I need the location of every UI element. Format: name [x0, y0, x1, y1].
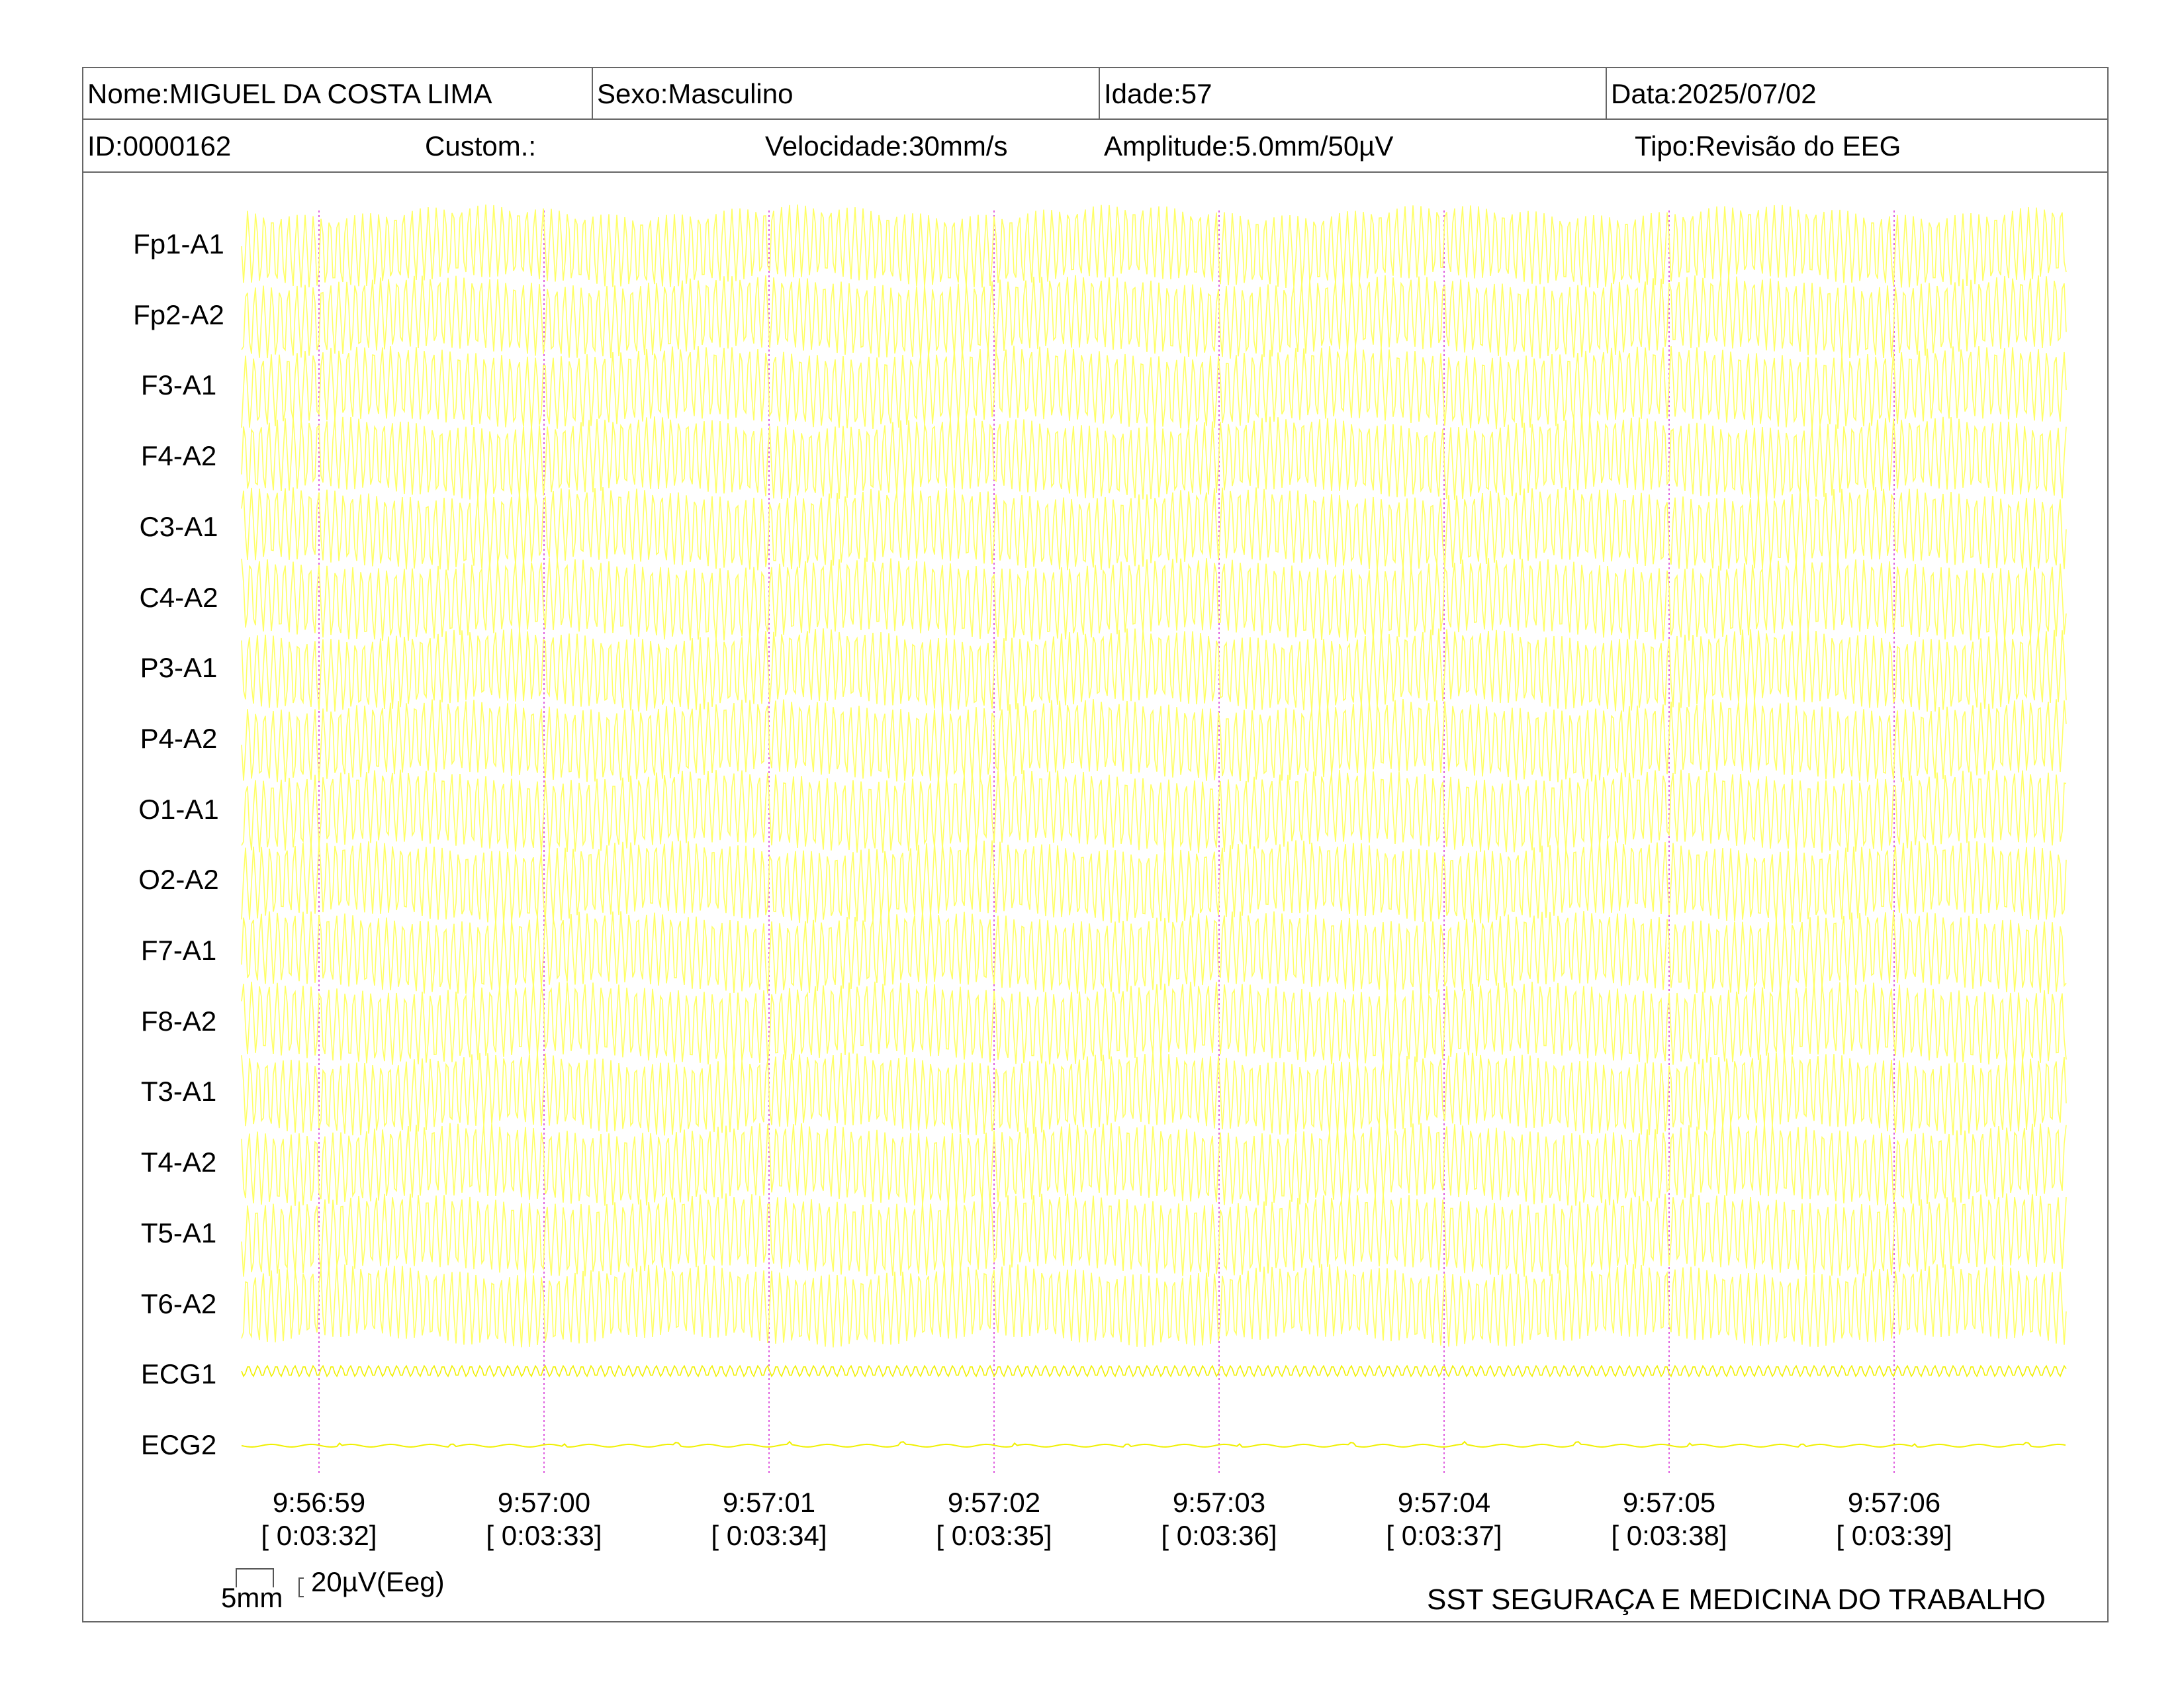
amplitude-scale-label: 20µV(Eeg) — [311, 1566, 445, 1597]
company-footer: SST SEGURAÇA E MEDICINA DO TRABALHO — [1427, 1583, 2046, 1616]
calibration-scale-graphic — [236, 1568, 304, 1597]
time-scale-label: 5mm — [221, 1582, 283, 1613]
